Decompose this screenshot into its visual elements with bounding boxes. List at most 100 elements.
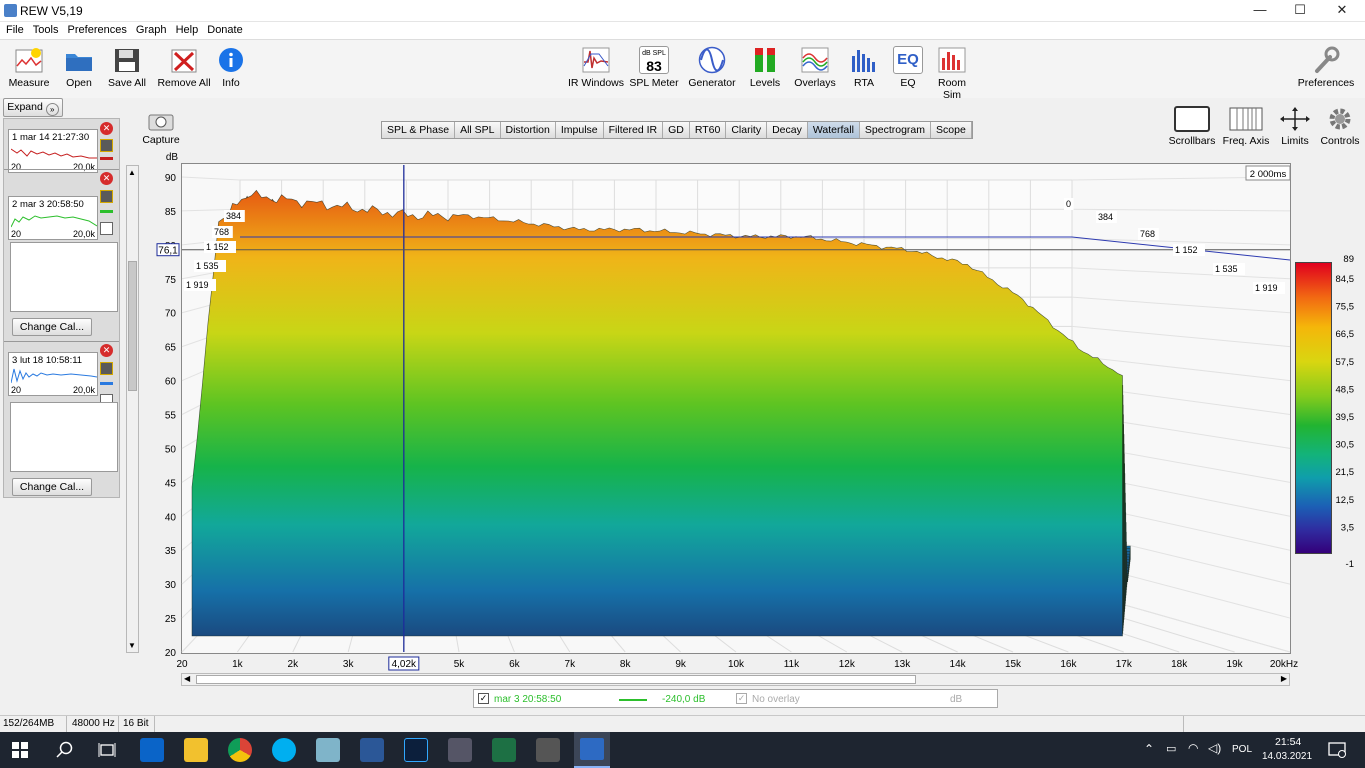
clock-date[interactable]: 14.03.2021: [1262, 751, 1312, 762]
word-icon[interactable]: [360, 738, 384, 762]
time-label-left: 1 919: [186, 280, 209, 290]
x-tick-label: 1k: [232, 659, 244, 670]
legend-name: mar 3 20:58:50: [494, 694, 562, 705]
y-tick-label: 25: [165, 614, 177, 625]
overlay-label: No overlay: [752, 694, 800, 705]
x-tick-label: 11k: [784, 659, 800, 670]
file-explorer-icon[interactable]: [184, 738, 208, 762]
x-tick-label: 13k: [894, 659, 911, 670]
x-tick-label: 7k: [565, 659, 577, 670]
y-tick-label: 40: [165, 512, 177, 523]
excel-icon[interactable]: [492, 738, 516, 762]
search-icon[interactable]: [56, 741, 74, 759]
status-rate: 48000 Hz: [72, 718, 115, 729]
colorbar-tick-label: 48,5: [1336, 384, 1355, 395]
y-tick-label: 50: [165, 444, 177, 455]
tray-chevron-icon[interactable]: ⌃: [1144, 742, 1154, 756]
y-tick-label: 70: [165, 309, 177, 320]
scroll-left-icon[interactable]: ◀: [184, 674, 190, 683]
side-grid-line: [1071, 267, 1291, 280]
x-tick-label: 19k: [1227, 659, 1244, 670]
side-grid-line: [1071, 208, 1291, 212]
battery-icon[interactable]: ▭: [1166, 742, 1176, 755]
colorbar-tick-label: -1: [1346, 559, 1354, 570]
legend-value: -240,0 dB: [662, 694, 706, 705]
x-tick-label: 9k: [675, 659, 687, 670]
app-icon[interactable]: [316, 738, 340, 762]
wifi-icon[interactable]: ◠: [1188, 741, 1198, 755]
rew-taskbar-icon[interactable]: [574, 732, 610, 768]
graph-scrollbar[interactable]: ◀ ▶: [181, 673, 1290, 686]
side-grid-line: [1071, 238, 1291, 246]
outlook-icon[interactable]: [140, 738, 164, 762]
cursor-x-label: 4,02k: [392, 659, 417, 670]
y-tick-label: 35: [165, 546, 177, 557]
colorbar-tick-label: 39,5: [1336, 412, 1355, 423]
task-view-icon[interactable]: [98, 742, 116, 758]
clock-time[interactable]: 21:54: [1275, 736, 1301, 748]
time-label-right: 1 152: [1175, 245, 1198, 255]
colorbar-tick-label: 89: [1343, 254, 1354, 265]
language-indicator[interactable]: POL: [1232, 744, 1252, 755]
colorbar-tick-label: 57,5: [1336, 357, 1355, 368]
y-tick-label: 60: [165, 377, 177, 388]
status-bar: 152/264MB 48000 Hz 16 Bit: [0, 715, 1365, 732]
x-tick-label: 16k: [1060, 659, 1077, 670]
y-tick-label: 20: [165, 648, 177, 659]
time-label-left: 1 535: [196, 261, 219, 271]
colorbar-tick-label: 84,5: [1336, 274, 1355, 285]
colorbar-tick-label: 12,5: [1336, 495, 1355, 506]
x-tick-label: 20kHz: [1270, 659, 1298, 670]
x-tick-label: 5k: [454, 659, 466, 670]
time-label-left: 384: [226, 211, 241, 221]
windows-start-icon[interactable]: [12, 742, 28, 758]
x-tick-label: 10k: [728, 659, 745, 670]
y-tick-label: 45: [165, 478, 177, 489]
time-label-left: 1 152: [206, 242, 229, 252]
colorbar-tick-label: 3,5: [1341, 522, 1354, 533]
time-label-left: 768: [214, 227, 229, 237]
time-label-right: 384: [1098, 212, 1113, 222]
x-tick-label: 6k: [509, 659, 521, 670]
notifications-icon[interactable]: [1328, 742, 1346, 758]
x-tick-label: 18k: [1171, 659, 1188, 670]
waterfall-chart[interactable]: 908580757065605550454035302520dB201k2k3k…: [0, 0, 1365, 700]
time-label-right: 1 919: [1255, 283, 1278, 293]
windows-taskbar: ⌃ ▭ ◠ ◁) POL 21:54 14.03.2021: [0, 732, 1365, 768]
x-tick-label: 20: [176, 659, 188, 670]
colorbar-tick-label: 30,5: [1336, 440, 1355, 451]
rew-icon: [580, 738, 604, 760]
colorbar-tick-label: 21,5: [1336, 467, 1355, 478]
x-tick-label: 8k: [620, 659, 632, 670]
side-grid-line: [1071, 325, 1291, 348]
legend-bar: ✓ mar 3 20:58:50 -240,0 dB ✓ No overlay …: [473, 689, 998, 708]
y-tick-label: 75: [165, 275, 177, 286]
x-tick-label: 2k: [288, 659, 300, 670]
chrome-icon[interactable]: [228, 738, 252, 762]
x-tick-label: 15k: [1005, 659, 1022, 670]
x-tick-label: 14k: [950, 659, 967, 670]
save-icon[interactable]: [448, 738, 472, 762]
y-tick-label: 55: [165, 411, 177, 422]
legend-checkbox[interactable]: ✓: [478, 693, 489, 704]
status-bits: 16 Bit: [123, 718, 149, 729]
volume-icon[interactable]: ◁): [1208, 741, 1221, 755]
y-axis-label: dB: [166, 152, 179, 163]
x-tick-label: 3k: [343, 659, 355, 670]
colorbar-tick-label: 75,5: [1336, 302, 1355, 313]
status-memory: 152/264MB: [3, 718, 55, 729]
time-max-label: 2 000ms: [1250, 169, 1287, 180]
overlay-unit: dB: [950, 694, 963, 705]
calculator-icon[interactable]: [536, 738, 560, 762]
scroll-right-icon[interactable]: ▶: [1281, 674, 1287, 683]
skype-icon[interactable]: [272, 738, 296, 762]
y-tick-label: 85: [165, 207, 177, 218]
photoshop-icon[interactable]: [404, 738, 428, 762]
y-tick-label: 30: [165, 580, 177, 591]
scroll-thumb[interactable]: [196, 675, 916, 684]
colorbar-tick-label: 66,5: [1336, 329, 1355, 340]
y-tick-label: 90: [165, 173, 177, 184]
colorbar: [1295, 262, 1332, 554]
x-tick-label: 17k: [1116, 659, 1133, 670]
overlay-checkbox[interactable]: ✓: [736, 693, 747, 704]
